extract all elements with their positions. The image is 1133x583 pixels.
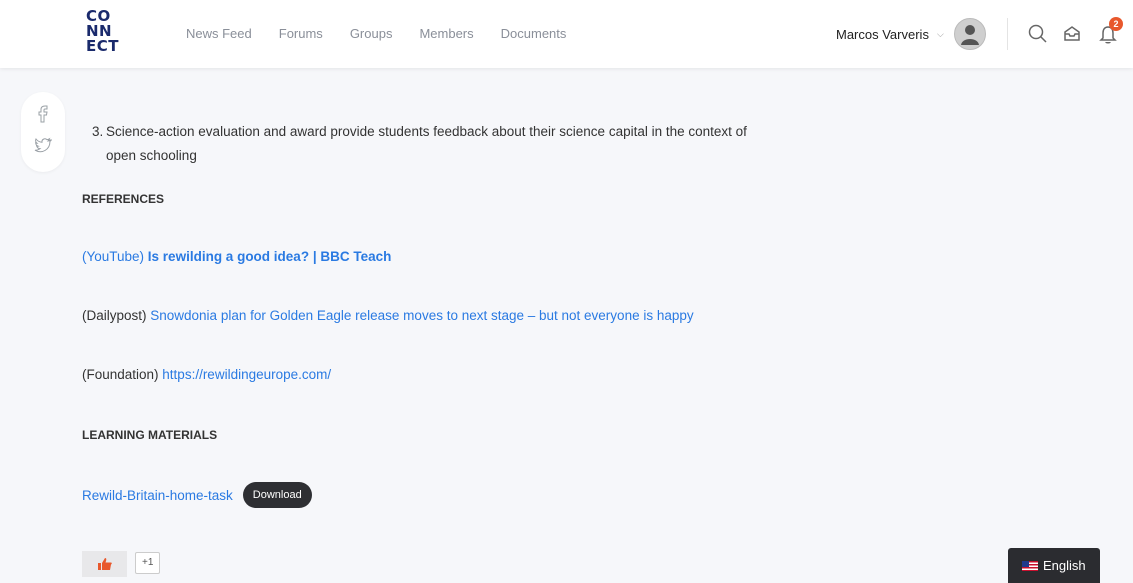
person-silhouette-icon [960,25,979,45]
nav-news-feed[interactable]: News Feed [186,26,252,41]
top-header: CO NN ECT News Feed Forums Groups Member… [0,0,1133,68]
nav-forums[interactable]: Forums [279,26,323,41]
reference-source: (Foundation) [82,367,163,382]
step-text-line-1: Science-action evaluation and award prov… [106,124,747,139]
references-heading: REFERENCES [82,192,165,206]
us-flag-icon [1022,560,1038,571]
like-button[interactable] [82,551,127,577]
header-divider [1007,18,1008,50]
reference-youtube: (YouTube) Is rewilding a good idea? | BB… [82,249,391,264]
download-button[interactable]: Download [242,482,312,508]
language-switcher[interactable]: English [1008,548,1100,583]
nav-documents[interactable]: Documents [501,26,567,41]
connect-logo[interactable]: CO NN ECT [86,9,142,54]
avatar[interactable] [953,18,986,50]
reference-source: (Dailypost) [82,308,151,323]
share-bar [21,92,65,172]
reference-link[interactable]: Snowdonia plan for Golden Eagle release … [150,308,693,323]
step-number: 3. [92,124,104,139]
user-menu[interactable]: Marcos Varveris ⌵ [836,18,986,50]
reaction-count[interactable]: +1 [135,552,161,574]
facebook-icon[interactable] [34,104,52,124]
thumbs-up-icon [97,558,112,570]
reference-foundation: (Foundation) https://rewildingeurope.com… [82,367,331,382]
step-item: 3. Science-action evaluation and award pr… [92,120,862,168]
reference-link[interactable]: Is rewilding a good idea? | BBC Teach [148,249,392,264]
step-text-line-2: open schooling [106,148,197,163]
material-link[interactable]: Rewild-Britain-home-task [82,488,233,503]
user-name: Marcos Varveris [836,26,929,42]
reference-link[interactable]: https://rewildingeurope.com/ [162,367,331,382]
reference-dailypost: (Dailypost) Snowdonia plan for Golden Ea… [82,308,694,323]
nav-members[interactable]: Members [419,26,473,41]
logo-line-3: ECT [86,37,119,55]
nav-groups[interactable]: Groups [350,26,393,41]
learning-materials-heading: LEARNING MATERIALS [82,428,218,442]
reference-source: (YouTube) [82,249,148,264]
learning-material-item: Rewild-Britain-home-task Download [82,482,312,508]
notification-badge: 2 [1109,17,1123,31]
inbox-icon[interactable] [1061,23,1083,45]
chevron-down-icon: ⌵ [936,28,944,39]
search-icon[interactable] [1027,23,1049,45]
twitter-icon[interactable] [34,136,52,154]
main-nav: News Feed Forums Groups Members Document… [186,26,566,41]
language-label: English [1043,558,1086,573]
